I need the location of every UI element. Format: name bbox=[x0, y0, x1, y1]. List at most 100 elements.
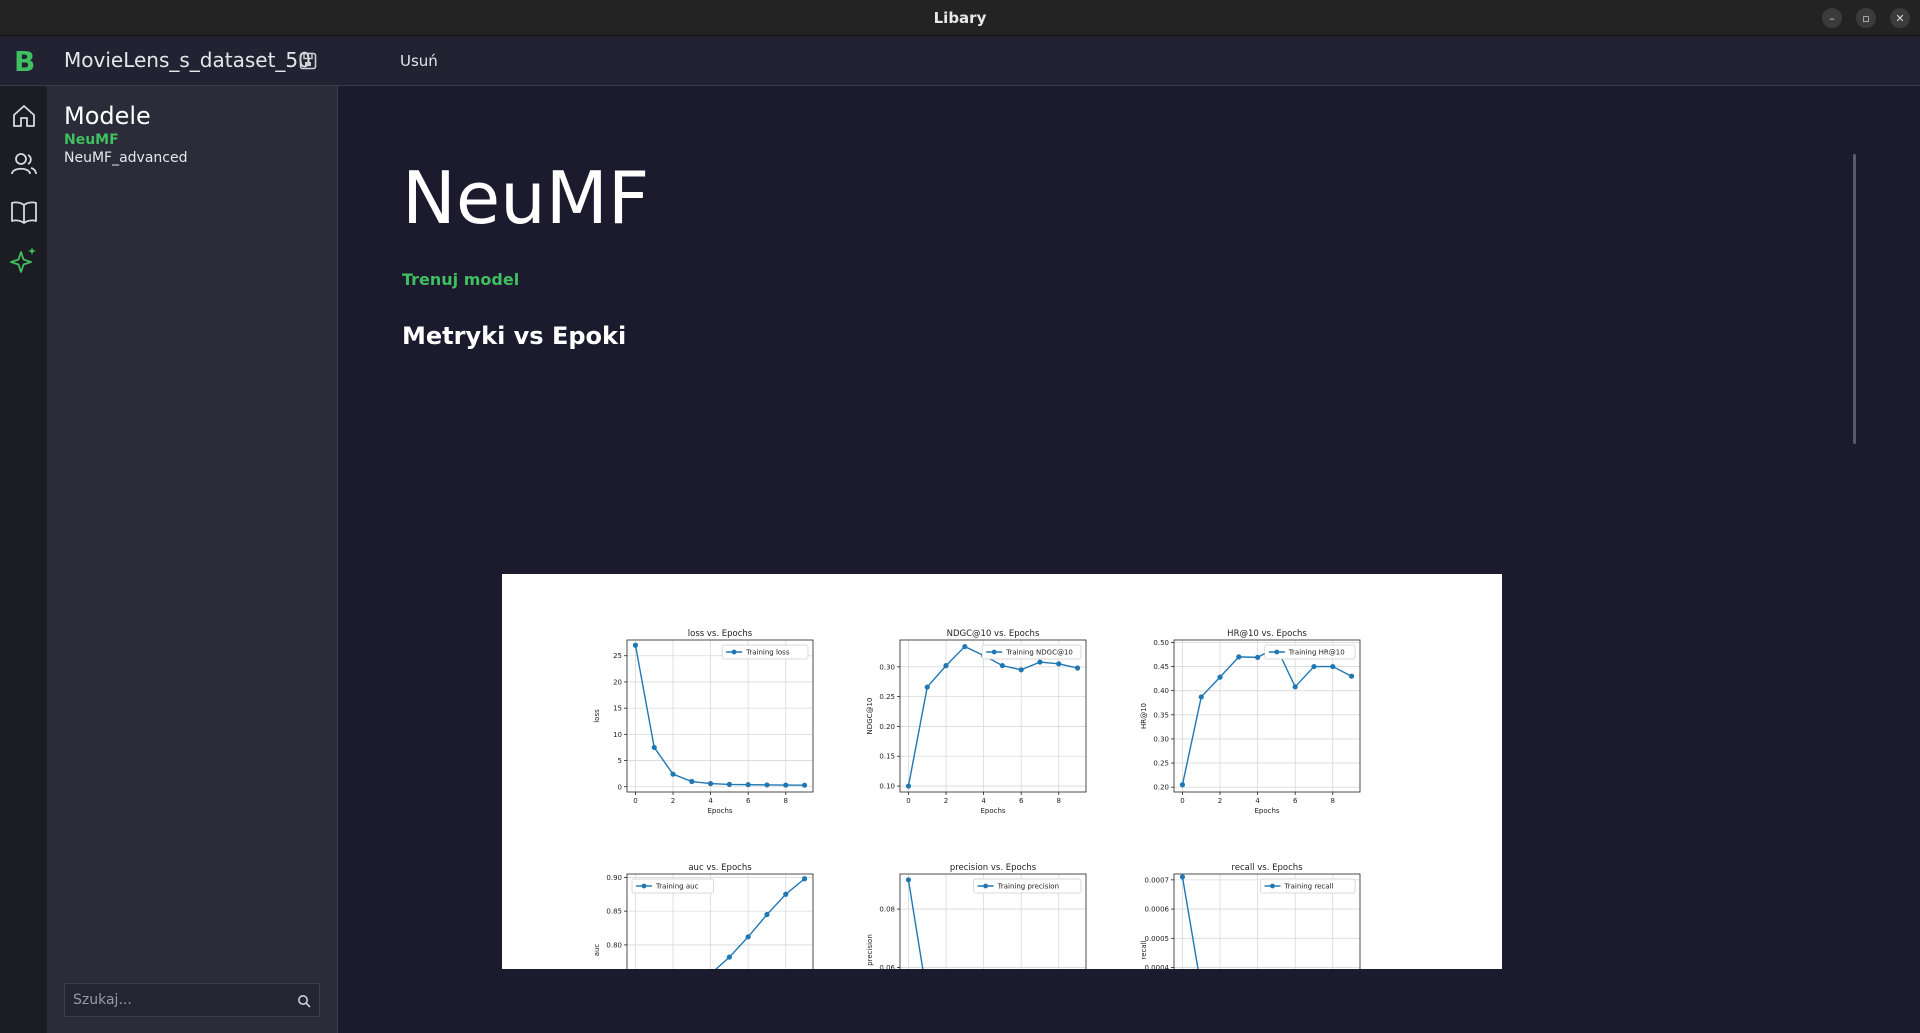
legend-label: Training precision bbox=[997, 883, 1059, 891]
sidebar-title: Modele bbox=[64, 102, 151, 130]
x-tick-label: 4 bbox=[708, 797, 713, 805]
metrics-figure: 0 5 10 15 20 25 0 2 4 6 8 loss vs. Epochs Epochs loss… bbox=[502, 574, 1502, 969]
chart-3: 0.20 0.25 0.30 0.35 0.40 0.45 0.50 0 2 4 6 8 HR@10 v… bbox=[1140, 629, 1361, 815]
y-tick-label: 0.30 bbox=[1153, 735, 1169, 743]
y-tick-label: 0.20 bbox=[1153, 784, 1169, 792]
series-line bbox=[634, 645, 805, 786]
y-tick-label: 0.30 bbox=[879, 663, 895, 671]
legend-marker bbox=[641, 883, 647, 889]
chart-title: auc vs. Epochs bbox=[688, 863, 752, 873]
main-content: NeuMF Trenuj model Metryki vs Epoki 0 5 10… bbox=[339, 86, 1920, 1033]
y-tick-label: 0.08 bbox=[879, 906, 895, 914]
y-tick-label: 0.35 bbox=[1153, 711, 1169, 719]
x-tick-label: 6 bbox=[1293, 797, 1298, 805]
close-icon[interactable]: ✕ bbox=[1890, 8, 1910, 28]
x-tick-label: 4 bbox=[1255, 797, 1260, 805]
y-tick-label: 0 bbox=[618, 783, 622, 791]
data-point bbox=[764, 782, 770, 788]
legend-marker bbox=[1274, 649, 1280, 655]
data-point bbox=[801, 782, 808, 788]
y-tick-label: 0.10 bbox=[879, 783, 895, 791]
app-header: B MovieLens_s_dataset_50 Usuń bbox=[0, 36, 1920, 86]
legend-label: Training NDGC@10 bbox=[1005, 649, 1073, 657]
y-tick-label: 25 bbox=[613, 652, 622, 660]
legend-label: Training loss bbox=[745, 649, 790, 657]
chart-title: HR@10 vs. Epochs bbox=[1227, 629, 1307, 639]
sparkles-icon[interactable] bbox=[10, 246, 38, 274]
legend-marker bbox=[1270, 883, 1275, 889]
sidebar-item-neumf[interactable]: NeuMF bbox=[64, 132, 119, 148]
data-point bbox=[764, 911, 770, 918]
x-axis-label: Epochs bbox=[1254, 807, 1279, 815]
data-point bbox=[670, 771, 676, 777]
y-axis-label: auc bbox=[593, 944, 601, 957]
chart-2: 0.10 0.15 0.20 0.25 0.30 0 2 4 6 8 NDGC@10 vs. Epo… bbox=[866, 629, 1087, 815]
data-point bbox=[689, 778, 695, 785]
x-tick-label: 2 bbox=[944, 797, 948, 805]
metrics-charts: 05101520250 2 4 6 8loss vs. EpochsEpochsloss… bbox=[593, 629, 1361, 969]
window-titlebar: Libary – ▫ ✕ bbox=[0, 0, 1920, 36]
data-point bbox=[708, 781, 714, 787]
plot-frame bbox=[1173, 639, 1361, 793]
chart-title: precision vs. Epochs bbox=[950, 863, 1037, 873]
y-tick-label: 0.06 bbox=[879, 964, 895, 969]
y-tick-label: 15 bbox=[613, 705, 622, 713]
book-icon[interactable] bbox=[10, 198, 38, 226]
y-tick-label: 0.25 bbox=[1153, 760, 1169, 768]
data-point bbox=[943, 663, 949, 669]
x-tick-label: 8 bbox=[1331, 797, 1335, 805]
y-axis-label: NDGC@10 bbox=[866, 698, 874, 735]
y-tick-label: 0.45 bbox=[1153, 663, 1169, 671]
data-point bbox=[783, 891, 789, 897]
data-point bbox=[924, 684, 930, 690]
legend-label: Training recall bbox=[1284, 883, 1334, 891]
y-tick-label: 0.25 bbox=[879, 693, 895, 701]
search-icon[interactable] bbox=[297, 993, 311, 1008]
app-logo[interactable]: B bbox=[14, 45, 35, 78]
chart-title: loss vs. Epochs bbox=[688, 629, 753, 639]
chart-5: 0.040.060.0802468precision vs. EpochsEpo… bbox=[866, 863, 1087, 969]
data-point bbox=[1348, 673, 1355, 679]
search-input[interactable] bbox=[73, 984, 293, 1016]
home-icon[interactable] bbox=[10, 102, 38, 130]
data-point bbox=[905, 877, 912, 883]
x-tick-label: 6 bbox=[746, 797, 751, 805]
models-sidebar: Modele NeuMF NeuMF_advanced bbox=[48, 86, 338, 1033]
chart-1: 0 5 10 15 20 25 0 2 4 6 8 loss vs. Epochs Epochs loss… bbox=[593, 629, 814, 815]
x-tick-label: 0 bbox=[633, 797, 637, 805]
save-icon[interactable] bbox=[298, 51, 318, 71]
series-line bbox=[907, 645, 1078, 787]
data-point bbox=[801, 876, 808, 882]
y-tick-label: 0.50 bbox=[1153, 639, 1169, 647]
delete-button[interactable]: Usuń bbox=[400, 52, 438, 70]
x-tick-label: 6 bbox=[1019, 797, 1024, 805]
window-controls: – ▫ ✕ bbox=[1822, 8, 1910, 28]
data-point bbox=[1179, 782, 1186, 788]
data-point bbox=[1330, 663, 1336, 670]
nav-rail bbox=[0, 86, 48, 1033]
section-title: Metryki vs Epoki bbox=[402, 322, 627, 350]
data-point bbox=[1018, 667, 1024, 673]
y-tick-label: 20 bbox=[613, 678, 622, 686]
x-tick-label: 8 bbox=[784, 797, 788, 805]
users-icon[interactable] bbox=[10, 150, 38, 178]
y-tick-label: 0.15 bbox=[879, 753, 895, 761]
minimize-icon[interactable]: – bbox=[1822, 8, 1842, 28]
train-model-button[interactable]: Trenuj model bbox=[402, 270, 519, 289]
y-tick-label: 0.0007 bbox=[1145, 876, 1170, 884]
x-tick-label: 4 bbox=[981, 797, 986, 805]
y-axis-label: HR@10 bbox=[1140, 703, 1148, 729]
x-axis-label: Epochs bbox=[980, 807, 1005, 815]
maximize-icon[interactable]: ▫ bbox=[1856, 8, 1876, 28]
y-tick-label: 0.80 bbox=[606, 941, 622, 949]
y-tick-label: 0.0005 bbox=[1145, 935, 1170, 943]
scrollbar[interactable] bbox=[1853, 154, 1856, 444]
sidebar-item-neumf-advanced[interactable]: NeuMF_advanced bbox=[64, 150, 188, 166]
y-tick-label: 10 bbox=[613, 731, 622, 739]
y-tick-label: 0.0006 bbox=[1145, 906, 1170, 914]
data-point bbox=[1179, 874, 1186, 880]
legend-marker bbox=[991, 649, 997, 655]
data-point bbox=[1236, 654, 1242, 660]
y-tick-label: 5 bbox=[618, 757, 622, 765]
data-point bbox=[726, 954, 732, 960]
